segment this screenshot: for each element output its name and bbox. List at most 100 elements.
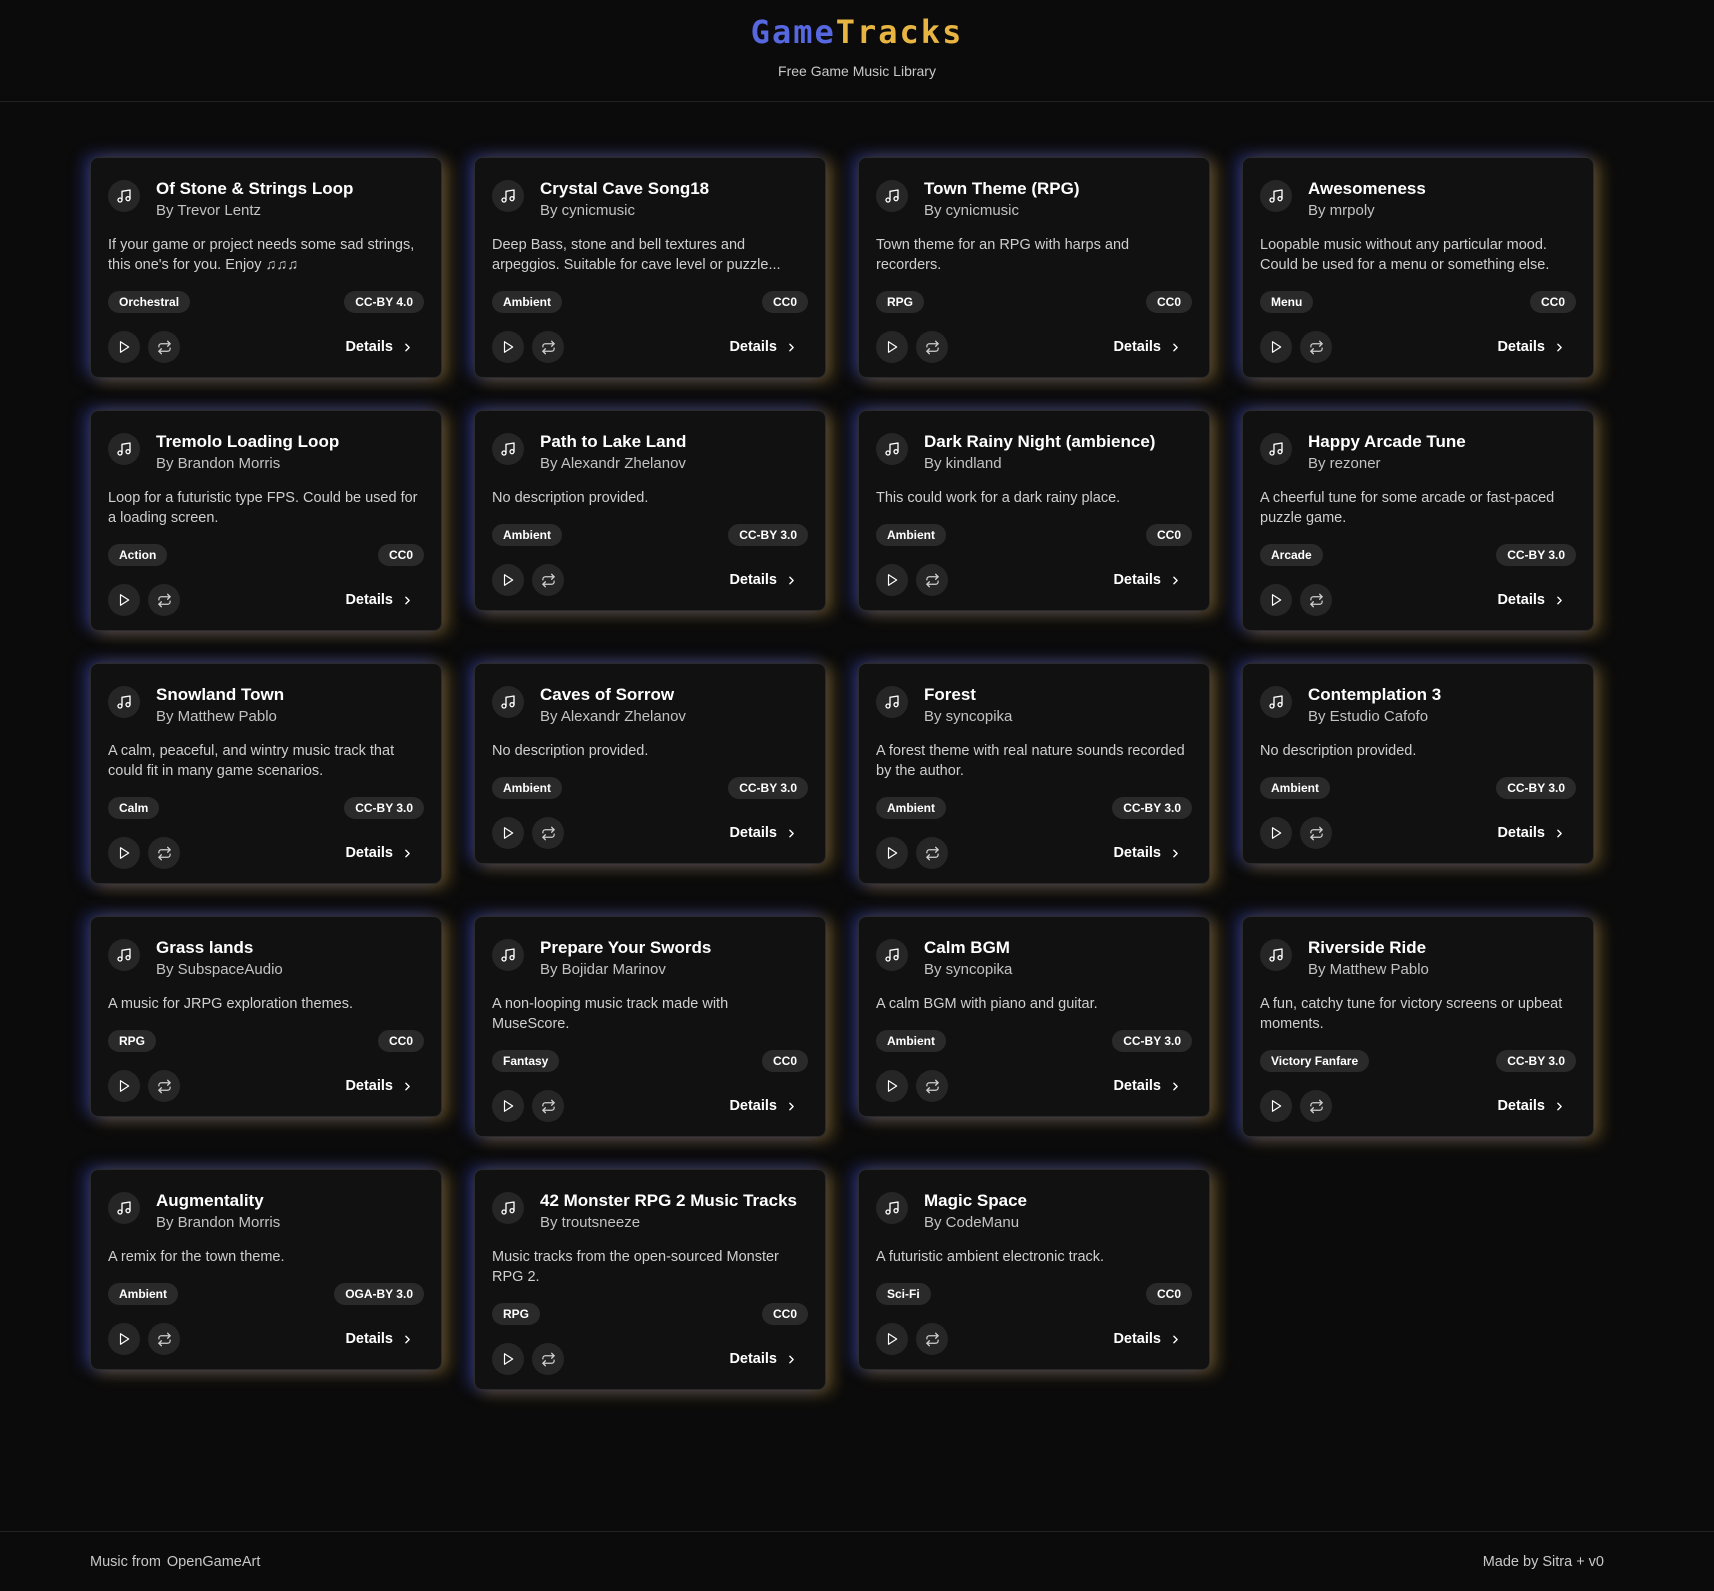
play-button[interactable] xyxy=(492,331,524,363)
loop-button[interactable] xyxy=(1300,331,1332,363)
play-button[interactable] xyxy=(1260,817,1292,849)
track-card: Caves of Sorrow By Alexandr Zhelanov No … xyxy=(474,663,826,864)
play-icon xyxy=(503,827,514,839)
loop-button[interactable] xyxy=(1300,817,1332,849)
play-button[interactable] xyxy=(108,584,140,616)
footer-music-from: Music from xyxy=(90,1553,161,1570)
play-button[interactable] xyxy=(492,1343,524,1375)
play-button[interactable] xyxy=(876,1323,908,1355)
details-button[interactable]: Details xyxy=(729,1351,798,1367)
play-button[interactable] xyxy=(1260,584,1292,616)
music-note-icon xyxy=(1260,180,1292,212)
track-description: Music tracks from the open-sourced Monst… xyxy=(492,1249,779,1285)
genre-badge: Ambient xyxy=(108,1283,178,1305)
repeat-icon xyxy=(157,846,171,860)
license-badge: CC-BY 3.0 xyxy=(344,797,424,819)
track-actions: Details xyxy=(492,331,808,363)
track-card: 42 Monster RPG 2 Music Tracks By troutsn… xyxy=(474,1169,826,1390)
license-badge: CC-BY 3.0 xyxy=(728,524,808,546)
details-button[interactable]: Details xyxy=(345,592,414,608)
track-description: Deep Bass, stone and bell textures and a… xyxy=(492,237,781,273)
track-actions: Details xyxy=(876,837,1192,869)
loop-button[interactable] xyxy=(148,584,180,616)
loop-button[interactable] xyxy=(916,331,948,363)
loop-button[interactable] xyxy=(532,817,564,849)
details-button[interactable]: Details xyxy=(1497,1098,1566,1114)
track-card-header: Path to Lake Land By Alexandr Zhelanov xyxy=(492,431,808,474)
track-actions: Details xyxy=(1260,1090,1576,1122)
details-button[interactable]: Details xyxy=(1113,339,1182,355)
chevron-right-icon xyxy=(1557,1102,1562,1110)
license-badge: CC-BY 3.0 xyxy=(1112,797,1192,819)
play-button[interactable] xyxy=(1260,331,1292,363)
track-description: A music for JRPG exploration themes. xyxy=(108,996,353,1012)
play-button[interactable] xyxy=(1260,1090,1292,1122)
loop-button[interactable] xyxy=(1300,584,1332,616)
details-button[interactable]: Details xyxy=(729,572,798,588)
genre-badge: RPG xyxy=(108,1030,157,1052)
track-heading: Snowland Town By Matthew Pablo xyxy=(156,684,284,727)
details-button[interactable]: Details xyxy=(345,1078,414,1094)
details-button[interactable]: Details xyxy=(345,845,414,861)
repeat-icon xyxy=(925,1079,939,1093)
play-button[interactable] xyxy=(108,331,140,363)
loop-button[interactable] xyxy=(148,1070,180,1102)
loop-button[interactable] xyxy=(1300,1090,1332,1122)
loop-button[interactable] xyxy=(532,331,564,363)
site-logo[interactable]: GameTracks xyxy=(0,14,1714,50)
details-button[interactable]: Details xyxy=(1113,572,1182,588)
track-title: Awesomeness xyxy=(1308,179,1426,198)
play-button[interactable] xyxy=(876,837,908,869)
loop-button[interactable] xyxy=(148,837,180,869)
details-label: Details xyxy=(345,592,393,608)
details-button[interactable]: Details xyxy=(1497,825,1566,841)
play-button[interactable] xyxy=(492,564,524,596)
play-icon xyxy=(119,594,130,606)
play-button[interactable] xyxy=(108,837,140,869)
loop-button[interactable] xyxy=(916,564,948,596)
details-button[interactable]: Details xyxy=(729,825,798,841)
loop-button[interactable] xyxy=(148,1323,180,1355)
details-button[interactable]: Details xyxy=(345,1331,414,1347)
loop-button[interactable] xyxy=(916,1070,948,1102)
play-button[interactable] xyxy=(876,564,908,596)
track-author: By SubspaceAudio xyxy=(156,961,283,978)
play-icon xyxy=(1271,341,1282,353)
genre-badge: Fantasy xyxy=(492,1050,560,1072)
play-button[interactable] xyxy=(492,1090,524,1122)
details-button[interactable]: Details xyxy=(1113,845,1182,861)
loop-button[interactable] xyxy=(148,331,180,363)
loop-button[interactable] xyxy=(532,1343,564,1375)
track-actions: Details xyxy=(108,331,424,363)
track-tags: Calm CC-BY 3.0 xyxy=(108,797,424,819)
track-card-header: Calm BGM By syncopika xyxy=(876,937,1192,980)
play-button[interactable] xyxy=(492,817,524,849)
play-button[interactable] xyxy=(876,1070,908,1102)
details-button[interactable]: Details xyxy=(1113,1331,1182,1347)
details-button[interactable]: Details xyxy=(729,339,798,355)
track-tags: Ambient CC0 xyxy=(876,524,1192,546)
details-button[interactable]: Details xyxy=(345,339,414,355)
details-button[interactable]: Details xyxy=(1497,339,1566,355)
track-author: By troutsneeze xyxy=(540,1214,641,1231)
play-icon xyxy=(119,1333,130,1345)
loop-button[interactable] xyxy=(532,564,564,596)
loop-button[interactable] xyxy=(916,1323,948,1355)
track-title: Path to Lake Land xyxy=(540,432,687,451)
play-icon xyxy=(503,574,514,586)
track-description: A non-looping music track made with Muse… xyxy=(492,996,729,1032)
details-button[interactable]: Details xyxy=(1497,592,1566,608)
music-note-icon xyxy=(492,686,524,718)
loop-button[interactable] xyxy=(916,837,948,869)
music-note-icon xyxy=(876,939,908,971)
license-badge: CC-BY 3.0 xyxy=(1112,1030,1192,1052)
track-heading: Awesomeness By mrpoly xyxy=(1308,178,1426,221)
details-button[interactable]: Details xyxy=(729,1098,798,1114)
play-button[interactable] xyxy=(108,1070,140,1102)
opengameart-link[interactable]: OpenGameArt xyxy=(167,1554,261,1570)
chevron-right-icon xyxy=(405,1335,410,1343)
play-button[interactable] xyxy=(876,331,908,363)
play-button[interactable] xyxy=(108,1323,140,1355)
loop-button[interactable] xyxy=(532,1090,564,1122)
details-button[interactable]: Details xyxy=(1113,1078,1182,1094)
